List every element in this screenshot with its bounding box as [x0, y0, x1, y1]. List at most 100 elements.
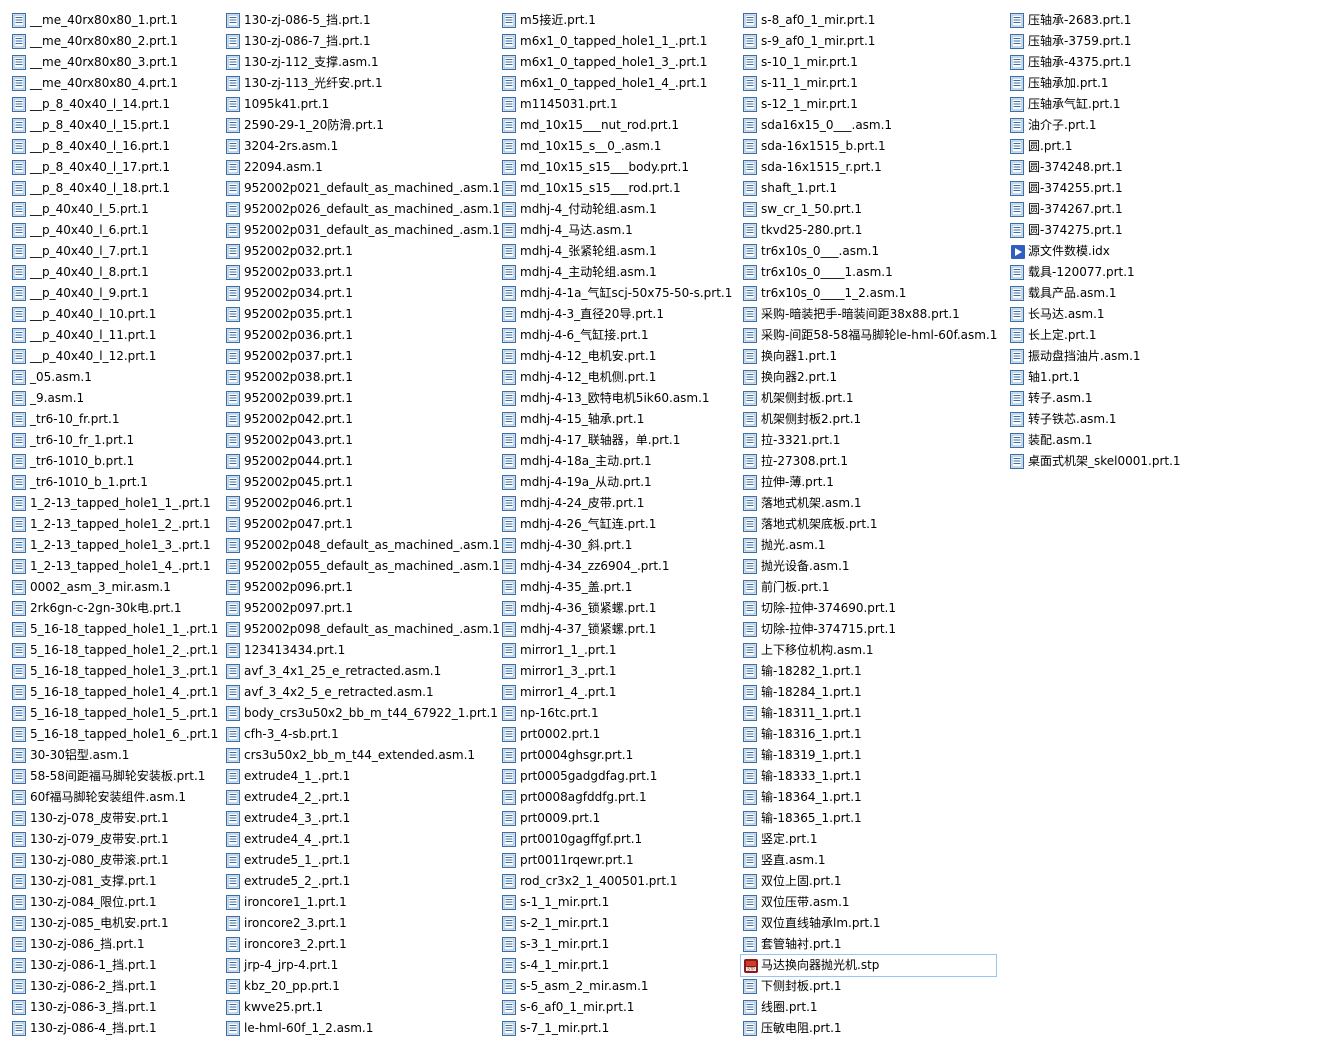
file-item[interactable]: 圆-374267.prt.1 [1008, 199, 1198, 220]
file-item[interactable]: 952002p036.prt.1 [224, 325, 494, 346]
file-item[interactable]: 30-30铝型.asm.1 [10, 745, 220, 766]
file-item[interactable]: 油介子.prt.1 [1008, 115, 1198, 136]
file-item[interactable]: 装配.asm.1 [1008, 430, 1198, 451]
file-item[interactable]: 952002p033.prt.1 [224, 262, 494, 283]
file-item[interactable]: md_10x15_s15___rod.prt.1 [500, 178, 735, 199]
file-item[interactable]: _05.asm.1 [10, 367, 220, 388]
file-item[interactable]: 输-18311_1.prt.1 [741, 703, 996, 724]
file-item[interactable]: avf_3_4x1_25_e_retracted.asm.1 [224, 661, 494, 682]
file-item[interactable]: 压轴承加.prt.1 [1008, 73, 1198, 94]
file-item[interactable]: s-11_1_mir.prt.1 [741, 73, 996, 94]
file-item[interactable]: 952002p098_default_as_machined_.asm.1 [224, 619, 500, 640]
file-item[interactable]: avf_3_4x2_5_e_retracted.asm.1 [224, 682, 494, 703]
file-item[interactable]: s-8_af0_1_mir.prt.1 [741, 10, 996, 31]
file-item[interactable]: 输-18364_1.prt.1 [741, 787, 996, 808]
file-item[interactable]: 桌面式机架_skel0001.prt.1 [1008, 451, 1198, 472]
file-item[interactable]: shaft_1.prt.1 [741, 178, 996, 199]
file-item[interactable]: 952002p037.prt.1 [224, 346, 494, 367]
file-item[interactable]: mdhj-4-1a_气缸scj-50x75-50-s.prt.1 [500, 283, 735, 304]
file-item[interactable]: STP 马达换向器抛光机.stp [740, 954, 997, 977]
file-item[interactable]: s-2_1_mir.prt.1 [500, 913, 735, 934]
file-item[interactable]: prt0005gadgdfag.prt.1 [500, 766, 735, 787]
file-item[interactable]: mdhj-4-26_气缸连.prt.1 [500, 514, 735, 535]
file-item[interactable]: extrude5_2_.prt.1 [224, 871, 494, 892]
file-item[interactable]: le-hml-60f_1_2.asm.1 [224, 1018, 494, 1039]
file-item[interactable]: s-1_1_mir.prt.1 [500, 892, 735, 913]
file-item[interactable]: 圆.prt.1 [1008, 136, 1198, 157]
file-item[interactable]: 拉伸-薄.prt.1 [741, 472, 996, 493]
file-item[interactable]: 载具-120077.prt.1 [1008, 262, 1198, 283]
file-item[interactable]: rod_cr3x2_1_400501.prt.1 [500, 871, 735, 892]
file-item[interactable]: 952002p031_default_as_machined_.asm.1 [224, 220, 500, 241]
file-item[interactable]: 压轴承-4375.prt.1 [1008, 52, 1198, 73]
file-item[interactable]: kwve25.prt.1 [224, 997, 494, 1018]
file-item[interactable]: _tr6-10_fr_1.prt.1 [10, 430, 220, 451]
file-item[interactable]: sw_cr_1_50.prt.1 [741, 199, 996, 220]
file-item[interactable]: mirror1_4_.prt.1 [500, 682, 735, 703]
file-item[interactable]: 采购-间距58-58福马脚轮le-hml-60f.asm.1 [741, 325, 997, 346]
file-item[interactable]: kbz_20_pp.prt.1 [224, 976, 494, 997]
file-item[interactable]: mdhj-4-19a_从动.prt.1 [500, 472, 735, 493]
file-item[interactable]: _9.asm.1 [10, 388, 220, 409]
file-item[interactable]: 952002p043.prt.1 [224, 430, 494, 451]
file-item[interactable]: 130-zj-081_支撑.prt.1 [10, 871, 220, 892]
file-item[interactable]: 套管轴衬.prt.1 [741, 934, 996, 955]
file-item[interactable]: mdhj-4-15_轴承.prt.1 [500, 409, 735, 430]
file-item[interactable]: 机架侧封板.prt.1 [741, 388, 996, 409]
file-item[interactable]: __me_40rx80x80_1.prt.1 [10, 10, 220, 31]
file-item[interactable]: 952002p045.prt.1 [224, 472, 494, 493]
file-item[interactable]: 抛光.asm.1 [741, 535, 996, 556]
file-item[interactable]: 双位压带.asm.1 [741, 892, 996, 913]
file-item[interactable]: 转子.asm.1 [1008, 388, 1198, 409]
file-item[interactable]: md_10x15_s15___body.prt.1 [500, 157, 735, 178]
file-item[interactable]: 转子铁芯.asm.1 [1008, 409, 1198, 430]
file-item[interactable]: 输-18319_1.prt.1 [741, 745, 996, 766]
file-item[interactable]: 抛光设备.asm.1 [741, 556, 996, 577]
file-item[interactable]: 切除-拉伸-374690.prt.1 [741, 598, 996, 619]
file-item[interactable]: 130-zj-078_皮带安.prt.1 [10, 808, 220, 829]
file-item[interactable]: _tr6-10_fr.prt.1 [10, 409, 220, 430]
file-item[interactable]: mdhj-4_马达.asm.1 [500, 220, 735, 241]
file-item[interactable]: mdhj-4_张紧轮组.asm.1 [500, 241, 735, 262]
file-item[interactable]: s-12_1_mir.prt.1 [741, 94, 996, 115]
file-item[interactable]: 1_2-13_tapped_hole1_4_.prt.1 [10, 556, 220, 577]
file-item[interactable]: 圆-374248.prt.1 [1008, 157, 1198, 178]
file-item[interactable]: mdhj-4-18a_主动.prt.1 [500, 451, 735, 472]
file-item[interactable]: 952002p034.prt.1 [224, 283, 494, 304]
file-item[interactable]: __p_8_40x40_l_18.prt.1 [10, 178, 220, 199]
file-item[interactable]: mdhj-4-24_皮带.prt.1 [500, 493, 735, 514]
file-item[interactable]: _tr6-1010_b_1.prt.1 [10, 472, 220, 493]
file-item[interactable]: mirror1_1_.prt.1 [500, 640, 735, 661]
file-item[interactable]: 952002p048_default_as_machined_.asm.1 [224, 535, 500, 556]
file-item[interactable]: 机架侧封板2.prt.1 [741, 409, 996, 430]
file-item[interactable]: s-3_1_mir.prt.1 [500, 934, 735, 955]
file-item[interactable]: 载具产品.asm.1 [1008, 283, 1198, 304]
file-item[interactable]: 5_16-18_tapped_hole1_2_.prt.1 [10, 640, 220, 661]
file-item[interactable]: 130-zj-086_挡.prt.1 [10, 934, 220, 955]
file-item[interactable]: prt0004ghsgr.prt.1 [500, 745, 735, 766]
file-item[interactable]: 圆-374255.prt.1 [1008, 178, 1198, 199]
file-item[interactable]: 采购-暗装把手-暗装间距38x88.prt.1 [741, 304, 996, 325]
file-item[interactable]: __p_40x40_l_12.prt.1 [10, 346, 220, 367]
file-item[interactable]: 输-18282_1.prt.1 [741, 661, 996, 682]
file-item[interactable]: sda-16x1515_r.prt.1 [741, 157, 996, 178]
file-item[interactable]: mdhj-4-13_欧特电机5ik60.asm.1 [500, 388, 735, 409]
file-item[interactable]: 下侧封板.prt.1 [741, 976, 996, 997]
file-item[interactable]: mirror1_3_.prt.1 [500, 661, 735, 682]
file-item[interactable]: mdhj-4_主动轮组.asm.1 [500, 262, 735, 283]
file-item[interactable]: 952002p032.prt.1 [224, 241, 494, 262]
file-item[interactable]: 5_16-18_tapped_hole1_1_.prt.1 [10, 619, 220, 640]
file-item[interactable]: 长上定.prt.1 [1008, 325, 1198, 346]
file-item[interactable]: 压敏电阻.prt.1 [741, 1018, 996, 1039]
file-item[interactable]: crs3u50x2_bb_m_t44_extended.asm.1 [224, 745, 494, 766]
file-item[interactable]: 952002p096.prt.1 [224, 577, 494, 598]
file-item[interactable]: tr6x10s_0___.asm.1 [741, 241, 996, 262]
file-item[interactable]: 压轴承气缸.prt.1 [1008, 94, 1198, 115]
file-item[interactable]: 952002p039.prt.1 [224, 388, 494, 409]
file-item[interactable]: 换向器2.prt.1 [741, 367, 996, 388]
file-item[interactable]: 双位上固.prt.1 [741, 871, 996, 892]
file-item[interactable]: 123413434.prt.1 [224, 640, 494, 661]
file-item[interactable]: __me_40rx80x80_3.prt.1 [10, 52, 220, 73]
file-item[interactable]: extrude4_3_.prt.1 [224, 808, 494, 829]
file-item[interactable]: 952002p042.prt.1 [224, 409, 494, 430]
